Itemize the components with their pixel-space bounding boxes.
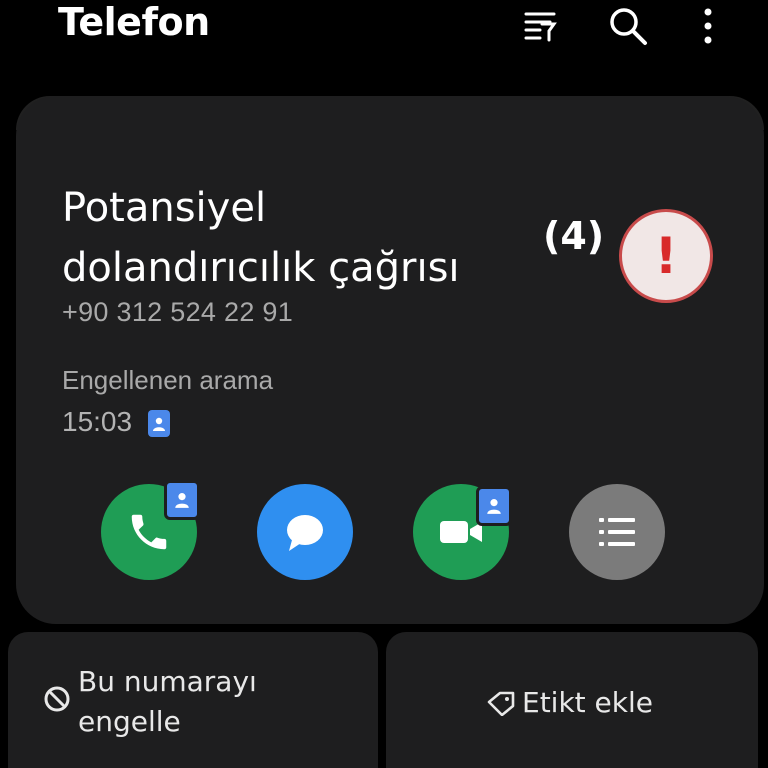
call-status: Engellenen arama xyxy=(62,365,274,395)
list-icon xyxy=(599,518,635,546)
tag-icon xyxy=(487,691,515,716)
contact-icon xyxy=(148,410,170,437)
chat-bubble-icon xyxy=(287,515,323,551)
caller-name: Potansiyel dolandırıcılık çağrısı xyxy=(62,185,460,291)
alert-icon: ! xyxy=(619,209,713,303)
phone-number: +90 312 524 22 91 xyxy=(62,297,294,327)
contact-badge-icon xyxy=(164,480,200,520)
block-number-label: Bu numarayı engelle xyxy=(78,665,257,738)
call-time: 15:03 xyxy=(62,406,133,437)
app-header: Telefon xyxy=(0,0,768,80)
message-button[interactable] xyxy=(257,484,353,580)
details-button[interactable] xyxy=(569,484,665,580)
more-vert-icon[interactable] xyxy=(686,4,730,48)
add-tag-label: Etikt ekle xyxy=(522,686,653,719)
contact-badge-icon xyxy=(476,486,512,526)
search-icon[interactable] xyxy=(606,4,650,48)
app-title: Telefon xyxy=(58,0,210,44)
filter-icon[interactable] xyxy=(518,4,562,48)
block-icon xyxy=(44,686,70,712)
call-count: (4) xyxy=(543,214,605,258)
alert-symbol: ! xyxy=(654,227,678,285)
